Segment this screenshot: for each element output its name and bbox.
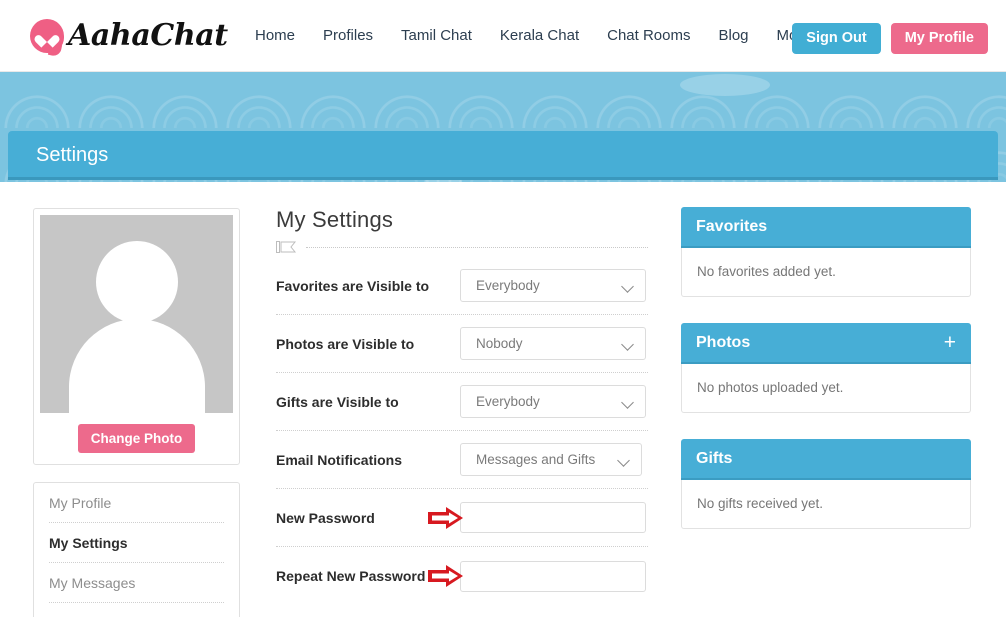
annotation-arrow-repeat-password (428, 565, 463, 587)
setting-label: Favorites are Visible to (276, 277, 430, 294)
chevron-down-icon (623, 398, 634, 405)
site-header: AahaChat Home Profiles Tamil Chat Kerala… (0, 0, 1006, 72)
settings-page: AahaChat Home Profiles Tamil Chat Kerala… (0, 0, 1006, 617)
setting-label: Email Notifications (276, 451, 403, 468)
gifts-panel-header: Gifts (681, 439, 971, 480)
sign-out-button[interactable]: Sign Out (792, 23, 881, 54)
nav-item-chat-rooms[interactable]: Chat Rooms (607, 27, 690, 44)
my-profile-button[interactable]: My Profile (890, 23, 988, 54)
sidebar-menu: My Profile My Settings My Messages Terms… (33, 482, 240, 617)
brand-logo[interactable]: AahaChat (30, 14, 228, 58)
gifts-empty-text: No gifts received yet. (681, 480, 971, 529)
favorites-empty-text: No favorites added yet. (681, 248, 971, 297)
new-password-input[interactable] (460, 502, 646, 533)
side-panels: Favorites No favorites added yet. Photos… (681, 207, 971, 555)
page-title: Settings (36, 144, 109, 166)
chevron-down-icon (623, 282, 634, 289)
photos-panel: Photos + No photos uploaded yet. (681, 323, 971, 413)
header-actions: Sign Out My Profile (792, 23, 988, 54)
photos-panel-title: Photos (696, 333, 751, 351)
photos-empty-text: No photos uploaded yet. (681, 364, 971, 413)
heading-separator (276, 239, 648, 257)
gifts-panel: Gifts No gifts received yet. (681, 439, 971, 529)
sidebar-item-my-messages[interactable]: My Messages (49, 563, 224, 603)
email-notifications-select[interactable]: Messages and Gifts (460, 443, 642, 476)
nav-item-tamil-chat[interactable]: Tamil Chat (401, 27, 472, 44)
setting-row-new-password: New Password (276, 489, 648, 547)
sidebar: Change Photo My Profile My Settings My M… (33, 208, 240, 617)
gifts-panel-title: Gifts (696, 449, 733, 467)
favorites-visibility-select[interactable]: Everybody (460, 269, 646, 302)
setting-row-email-notifications: Email Notifications Messages and Gifts (276, 431, 648, 489)
nav-item-kerala-chat[interactable]: Kerala Chat (500, 27, 579, 44)
brand-name: AahaChat (68, 18, 228, 53)
setting-row-gifts-visibility: Gifts are Visible to Everybody (276, 373, 648, 431)
chevron-down-icon (619, 456, 630, 463)
page-title-bar: Settings (8, 131, 998, 180)
change-photo-row: Change Photo (40, 413, 233, 464)
favorites-visibility-value: Everybody (476, 278, 540, 293)
add-photo-icon[interactable]: + (944, 332, 956, 353)
photos-visibility-select[interactable]: Nobody (460, 327, 646, 360)
favorites-panel-title: Favorites (696, 217, 768, 235)
avatar (40, 215, 233, 413)
nav-item-blog[interactable]: Blog (719, 27, 749, 44)
photos-panel-header: Photos + (681, 323, 971, 364)
nav-item-home[interactable]: Home (255, 27, 295, 44)
setting-row-photos-visibility: Photos are Visible to Nobody (276, 315, 648, 373)
sidebar-item-terms-conditions[interactable]: Terms & conditions (49, 603, 224, 617)
flag-icon (276, 241, 297, 253)
annotation-arrow-new-password (428, 506, 463, 529)
main-navigation: Home Profiles Tamil Chat Kerala Chat Cha… (255, 27, 811, 44)
repeat-new-password-input[interactable] (460, 560, 646, 592)
chevron-down-icon (623, 340, 634, 347)
setting-label: Gifts are Visible to (276, 393, 399, 410)
setting-row-repeat-new-password: Repeat New Password (276, 547, 648, 605)
gifts-visibility-value: Everybody (476, 394, 540, 409)
avatar-body-shape (68, 319, 205, 413)
nav-item-profiles[interactable]: Profiles (323, 27, 373, 44)
change-photo-button[interactable]: Change Photo (77, 423, 196, 454)
avatar-head-shape (95, 241, 178, 323)
sidebar-item-my-settings[interactable]: My Settings (49, 523, 224, 563)
favorites-panel: Favorites No favorites added yet. (681, 207, 971, 297)
setting-label: Photos are Visible to (276, 335, 415, 352)
settings-form: My Settings Favorites are Visible to Eve… (276, 207, 648, 605)
chat-bubble-heart-icon (30, 19, 64, 58)
settings-heading: My Settings (276, 207, 394, 232)
profile-photo-card: Change Photo (33, 208, 240, 465)
hero-cloud-decoration (680, 74, 770, 96)
favorites-panel-header: Favorites (681, 207, 971, 248)
setting-row-favorites-visibility: Favorites are Visible to Everybody (276, 257, 648, 315)
page-body: Change Photo My Profile My Settings My M… (0, 183, 1006, 617)
email-notifications-value: Messages and Gifts (476, 452, 596, 467)
sidebar-item-my-profile[interactable]: My Profile (49, 483, 224, 523)
photos-visibility-value: Nobody (476, 336, 523, 351)
gifts-visibility-select[interactable]: Everybody (460, 385, 646, 418)
